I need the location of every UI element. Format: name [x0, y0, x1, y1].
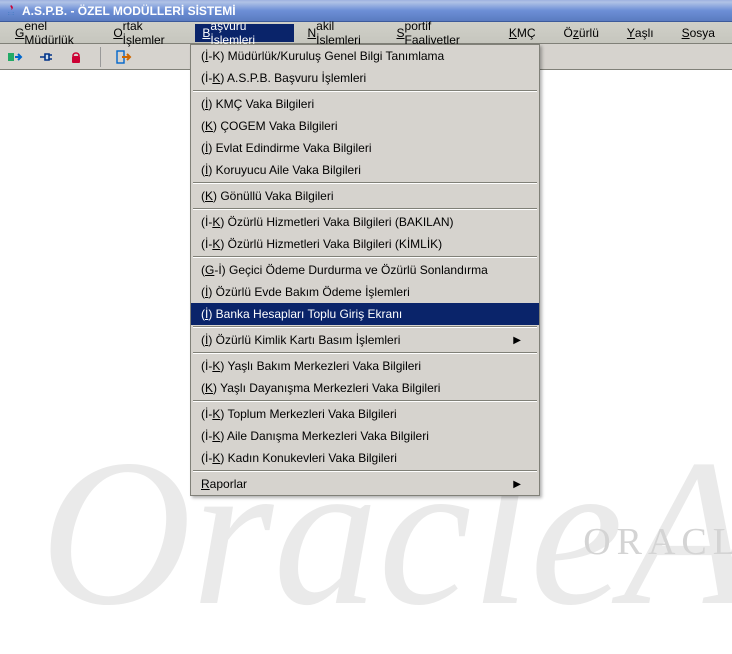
submenu-arrow-icon: ▶ [513, 479, 521, 490]
menu-item-label: (İ-K) Aile Danışma Merkezleri Vaka Bilgi… [201, 429, 429, 443]
menu-item[interactable]: (İ) Banka Hesapları Toplu Giriş Ekranı [191, 303, 539, 325]
menu-item[interactable]: (İ-K) Kadın Konukevleri Vaka Bilgileri [191, 447, 539, 469]
menu-ortak-islemler[interactable]: Ortak İşlemler [106, 24, 189, 42]
menu-item[interactable]: (G-İ) Geçici Ödeme Durdurma ve Özürlü So… [191, 259, 539, 281]
menu-item-label: (İ) Özürlü Kimlik Kartı Basım İşlemleri [201, 333, 400, 347]
menu-item-label: (İ) KMÇ Vaka Bilgileri [201, 97, 314, 111]
window-title: A.S.P.B. - ÖZEL MODÜLLERİ SİSTEMİ [22, 4, 236, 18]
menu-separator [193, 470, 537, 472]
menu-item[interactable]: (İ) Evlat Edindirme Vaka Bilgileri [191, 137, 539, 159]
menu-item[interactable]: Raporlar ▶ [191, 473, 539, 495]
menu-item-label: (İ-K) Müdürlük/Kuruluş Genel Bilgi Tanım… [201, 49, 444, 63]
menu-genel-mudurluk[interactable]: Genel Müdürlük [8, 24, 100, 42]
menu-separator [193, 352, 537, 354]
menu-item-label: (İ-K) Kadın Konukevleri Vaka Bilgileri [201, 451, 397, 465]
menu-item[interactable]: (K) Yaşlı Dayanışma Merkezleri Vaka Bilg… [191, 377, 539, 399]
menu-item-label: (K) Yaşlı Dayanışma Merkezleri Vaka Bilg… [201, 381, 440, 395]
java-icon [4, 4, 18, 18]
menu-item-label: (İ-K) Özürlü Hizmetleri Vaka Bilgileri (… [201, 215, 454, 229]
menu-sportif-faaliyetler[interactable]: Sportif Faaliyetler [390, 24, 490, 42]
menu-separator [193, 208, 537, 210]
menu-item-label: (İ) Evlat Edindirme Vaka Bilgileri [201, 141, 372, 155]
menu-item[interactable]: (İ-K) Aile Danışma Merkezleri Vaka Bilgi… [191, 425, 539, 447]
menu-separator [193, 326, 537, 328]
lock-icon[interactable] [66, 47, 86, 67]
menu-item-label: (İ) Banka Hesapları Toplu Giriş Ekranı [201, 307, 402, 321]
menu-separator [193, 90, 537, 92]
menu-item[interactable]: (İ) Koruyucu Aile Vaka Bilgileri [191, 159, 539, 181]
menu-item[interactable]: (İ-K) Özürlü Hizmetleri Vaka Bilgileri (… [191, 211, 539, 233]
menu-separator [193, 182, 537, 184]
watermark-oracle: ORACL [583, 520, 732, 564]
menu-item[interactable]: (İ-K) Yaşlı Bakım Merkezleri Vaka Bilgil… [191, 355, 539, 377]
menu-item[interactable]: (İ-K) Özürlü Hizmetleri Vaka Bilgileri (… [191, 233, 539, 255]
menu-yasli[interactable]: Yaşlı [620, 24, 661, 42]
menu-item[interactable]: (İ) Özürlü Kimlik Kartı Basım İşlemleri ▶ [191, 329, 539, 351]
menu-separator [193, 400, 537, 402]
menu-basvuru-islemleri[interactable]: Başvuru İşlemleri [195, 24, 294, 42]
menu-kmc[interactable]: KMÇ [502, 24, 543, 42]
menu-sosya[interactable]: Sosya [675, 24, 722, 42]
submenu-arrow-icon: ▶ [513, 335, 521, 346]
menu-separator [193, 256, 537, 258]
menu-ozurlu[interactable]: Özürlü [557, 24, 606, 42]
exit-icon[interactable] [115, 47, 135, 67]
menu-item-label: (İ) Koruyucu Aile Vaka Bilgileri [201, 163, 361, 177]
menu-item[interactable]: (K) Gönüllü Vaka Bilgileri [191, 185, 539, 207]
menu-item[interactable]: (İ-K) A.S.P.B. Başvuru İşlemleri [191, 67, 539, 89]
menu-item-label: (G-İ) Geçici Ödeme Durdurma ve Özürlü So… [201, 263, 488, 277]
menu-item[interactable]: (İ-K) Müdürlük/Kuruluş Genel Bilgi Tanım… [191, 45, 539, 67]
menu-item[interactable]: (İ-K) Toplum Merkezleri Vaka Bilgileri [191, 403, 539, 425]
menu-item-label: (İ) Özürlü Evde Bakım Ödeme İşlemleri [201, 285, 410, 299]
menu-item-label: (İ-K) Toplum Merkezleri Vaka Bilgileri [201, 407, 397, 421]
menu-item-label: Raporlar [201, 477, 247, 491]
plug-icon[interactable] [36, 47, 56, 67]
menu-item[interactable]: (İ) Özürlü Evde Bakım Ödeme İşlemleri [191, 281, 539, 303]
menu-item[interactable]: (İ) KMÇ Vaka Bilgileri [191, 93, 539, 115]
menu-item-label: (İ-K) Özürlü Hizmetleri Vaka Bilgileri (… [201, 237, 442, 251]
connect-icon[interactable] [6, 47, 26, 67]
menu-nakil-islemleri[interactable]: Nakil İşlemleri [300, 24, 383, 42]
menu-item-label: (İ-K) A.S.P.B. Başvuru İşlemleri [201, 71, 366, 85]
menu-item-label: (K) ÇOGEM Vaka Bilgileri [201, 119, 338, 133]
menu-item[interactable]: (K) ÇOGEM Vaka Bilgileri [191, 115, 539, 137]
menubar: Genel Müdürlük Ortak İşlemler Başvuru İş… [0, 22, 732, 44]
basvuru-islemleri-menu[interactable]: (İ-K) Müdürlük/Kuruluş Genel Bilgi Tanım… [190, 44, 540, 496]
menu-item-label: (K) Gönüllü Vaka Bilgileri [201, 189, 334, 203]
menu-item-label: (İ-K) Yaşlı Bakım Merkezleri Vaka Bilgil… [201, 359, 421, 373]
